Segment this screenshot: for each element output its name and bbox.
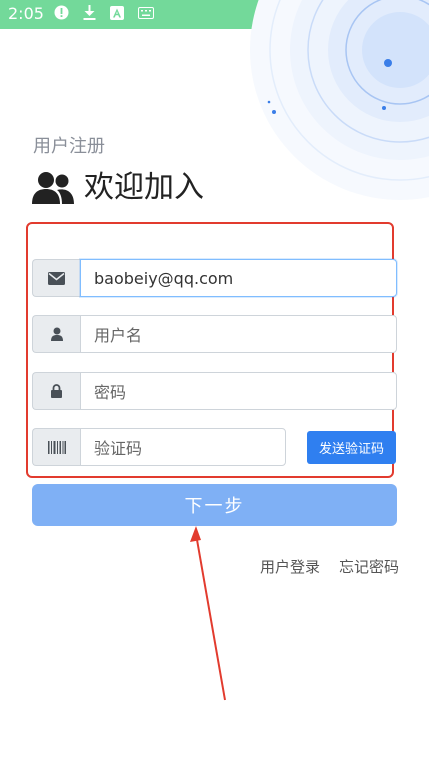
login-link[interactable]: 用户登录 xyxy=(260,556,320,577)
code-addon xyxy=(32,428,80,466)
email-addon xyxy=(32,259,80,297)
username-input[interactable]: 用户名 xyxy=(80,315,397,353)
email-field-group: baobeiy@qq.com xyxy=(32,259,397,297)
user-icon xyxy=(50,327,63,341)
status-time: 2:05 xyxy=(8,4,44,23)
password-input[interactable]: 密码 xyxy=(80,372,397,410)
alert-icon xyxy=(54,5,69,20)
annotation-arrow xyxy=(190,526,226,701)
forgot-password-link[interactable]: 忘记密码 xyxy=(339,556,399,577)
email-input[interactable]: baobeiy@qq.com xyxy=(80,259,397,297)
page-title: 欢迎加入 xyxy=(84,170,204,205)
barcode-icon xyxy=(47,440,66,454)
page-subtitle: 用户注册 xyxy=(33,136,105,157)
decorative-circles xyxy=(250,0,429,200)
users-icon xyxy=(32,172,74,204)
envelope-icon xyxy=(48,271,65,285)
a-icon xyxy=(110,5,124,20)
code-input[interactable]: 验证码 xyxy=(80,428,286,466)
send-code-button[interactable]: 发送验证码 xyxy=(307,431,396,464)
page-header: 欢迎加入 xyxy=(32,168,204,208)
keyboard-icon xyxy=(138,6,154,19)
password-field-group: 密码 xyxy=(32,372,397,410)
code-field-group: 验证码 xyxy=(32,428,286,466)
username-addon xyxy=(32,315,80,353)
download-icon xyxy=(83,5,96,20)
lock-icon xyxy=(51,384,62,398)
password-addon xyxy=(32,372,80,410)
username-field-group: 用户名 xyxy=(32,315,397,353)
